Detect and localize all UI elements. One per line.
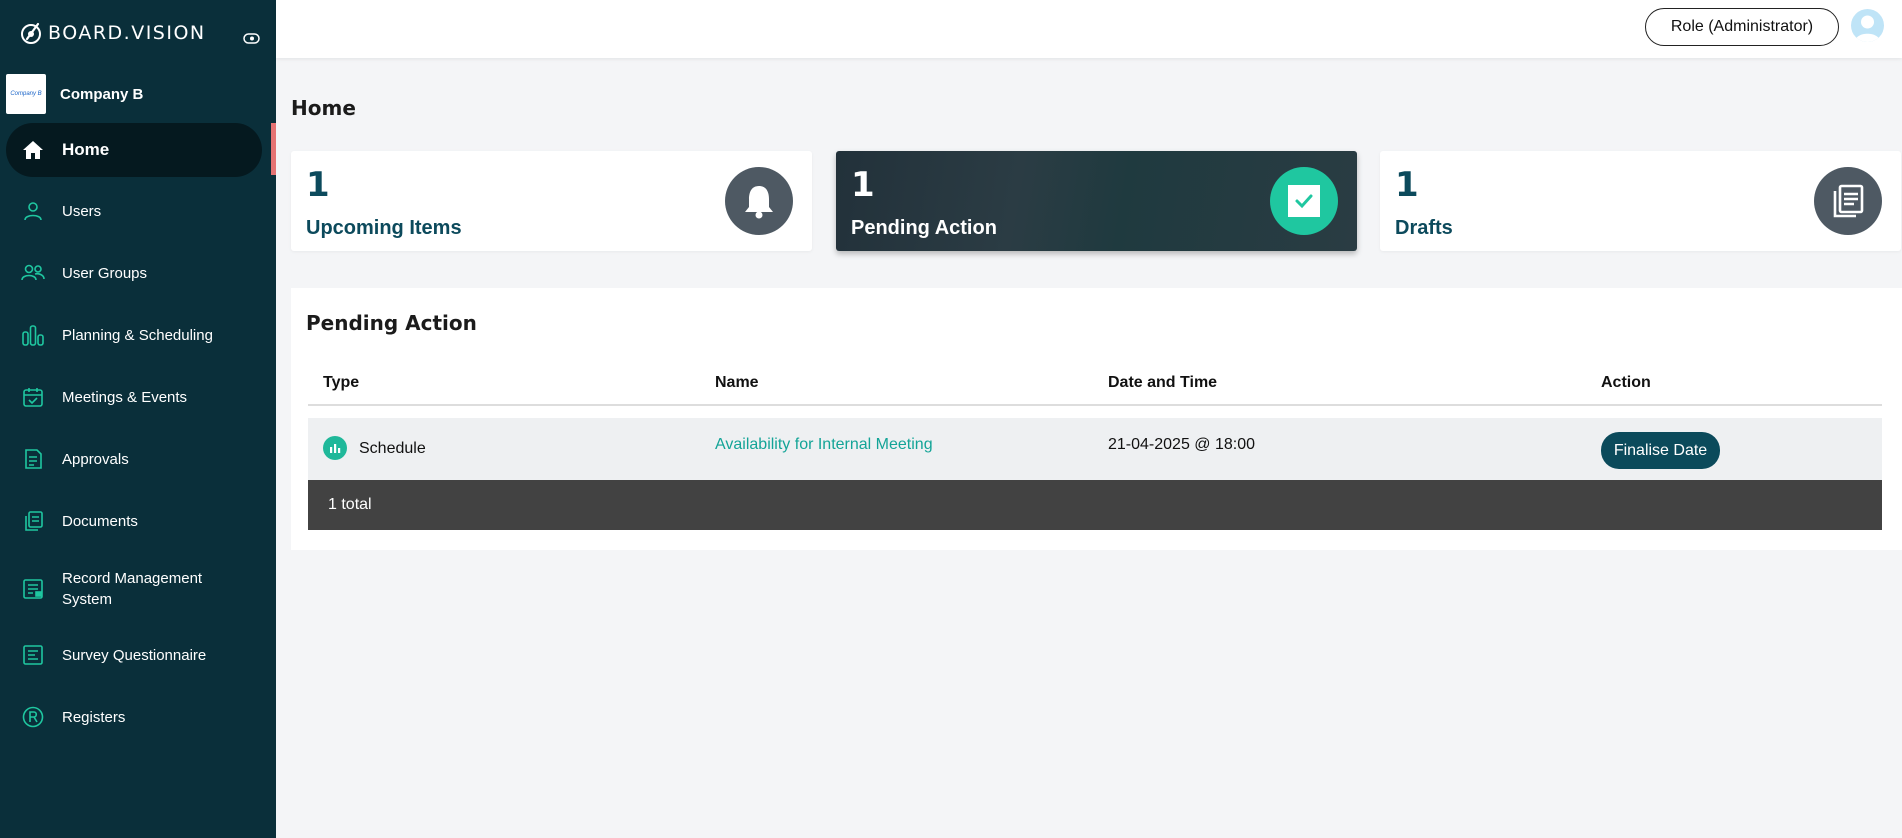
app-logo[interactable]: BOARD.VISION	[18, 20, 206, 46]
card-count: 1	[306, 165, 330, 205]
sidebar: BOARD.VISION Company B Company B Home Us…	[0, 0, 276, 838]
company-logo: Company B	[6, 74, 46, 114]
avatar[interactable]	[1851, 9, 1884, 42]
sidebar-item-documents[interactable]: Documents	[6, 494, 262, 548]
calendar-icon	[20, 384, 46, 410]
card-pending-action[interactable]: 1 Pending Action	[836, 151, 1357, 251]
sidebar-item-label: Record Management System	[62, 570, 203, 608]
page-title: Home	[291, 96, 356, 120]
card-drafts[interactable]: 1 Drafts	[1380, 151, 1901, 251]
card-label: Drafts	[1395, 217, 1453, 239]
sidebar-item-registers[interactable]: Registers	[6, 690, 262, 744]
card-upcoming-items[interactable]: 1 Upcoming Items	[291, 151, 812, 251]
sidebar-item-label: Approvals	[62, 450, 129, 468]
sidebar-item-label: Registers	[62, 708, 126, 726]
company-name: Company B	[60, 85, 144, 103]
active-nav-marker	[271, 123, 276, 175]
sidebar-item-label: Documents	[62, 512, 138, 530]
sidebar-item-survey[interactable]: Survey Questionnaire	[6, 628, 262, 682]
sidebar-item-label: Home	[62, 140, 110, 159]
table-row: Schedule Availability for Internal Meeti…	[308, 418, 1882, 480]
sidebar-item-label: Survey Questionnaire	[62, 646, 207, 664]
table-header: Type Name Date and Time Action	[308, 374, 1882, 406]
company-switcher[interactable]: Company B Company B	[6, 74, 143, 114]
eye-toggle-icon[interactable]	[243, 30, 260, 47]
row-type: Schedule	[359, 440, 426, 457]
table-footer-total: 1 total	[308, 480, 1882, 530]
column-header-action: Action	[1601, 374, 1651, 391]
registered-icon	[20, 704, 46, 730]
role-selector-button[interactable]: Role (Administrator)	[1645, 8, 1839, 46]
panel-title: Pending Action	[306, 311, 477, 335]
schedule-icon	[323, 436, 347, 460]
bell-icon	[725, 167, 793, 235]
user-icon	[20, 198, 46, 224]
row-datetime: 21-04-2025 @ 18:00	[1108, 436, 1256, 453]
bar-chart-icon	[20, 322, 46, 348]
row-name-link[interactable]: Availability for Internal Meeting	[715, 436, 933, 454]
sidebar-item-home[interactable]: Home	[6, 123, 262, 177]
sidebar-item-meetings[interactable]: Meetings & Events	[6, 370, 262, 424]
approval-icon	[20, 446, 46, 472]
drafts-icon	[1814, 167, 1882, 235]
finalise-date-button[interactable]: Finalise Date	[1601, 432, 1720, 469]
sidebar-item-label: User Groups	[62, 264, 148, 282]
card-count: 1	[851, 165, 875, 205]
sidebar-item-approvals[interactable]: Approvals	[6, 432, 262, 486]
user-avatar-icon	[1855, 15, 1880, 42]
user-group-icon	[20, 260, 46, 286]
sidebar-item-label: Meetings & Events	[62, 388, 188, 406]
column-header-type: Type	[323, 374, 360, 391]
card-label: Upcoming Items	[306, 217, 462, 239]
sidebar-item-record-management[interactable]: Record Management System	[6, 556, 262, 622]
card-count: 1	[1395, 165, 1419, 205]
sidebar-item-users[interactable]: Users	[6, 184, 262, 238]
logo-mark-icon	[21, 22, 41, 44]
sidebar-item-label: Planning & Scheduling	[62, 326, 213, 344]
checkbox-icon	[1270, 167, 1338, 235]
column-header-name: Name	[715, 374, 759, 391]
survey-icon	[20, 642, 46, 668]
home-icon	[20, 137, 46, 163]
sidebar-item-label: Users	[62, 202, 102, 220]
logo-text: BOARD.VISION	[48, 22, 206, 44]
record-icon	[20, 576, 46, 602]
column-header-datetime: Date and Time	[1108, 374, 1218, 391]
sidebar-item-user-groups[interactable]: User Groups	[6, 246, 262, 300]
sidebar-item-planning[interactable]: Planning & Scheduling	[6, 308, 262, 362]
documents-icon	[20, 508, 46, 534]
pending-action-panel: Pending Action Type Name Date and Time A…	[291, 288, 1902, 550]
card-label: Pending Action	[851, 217, 997, 239]
